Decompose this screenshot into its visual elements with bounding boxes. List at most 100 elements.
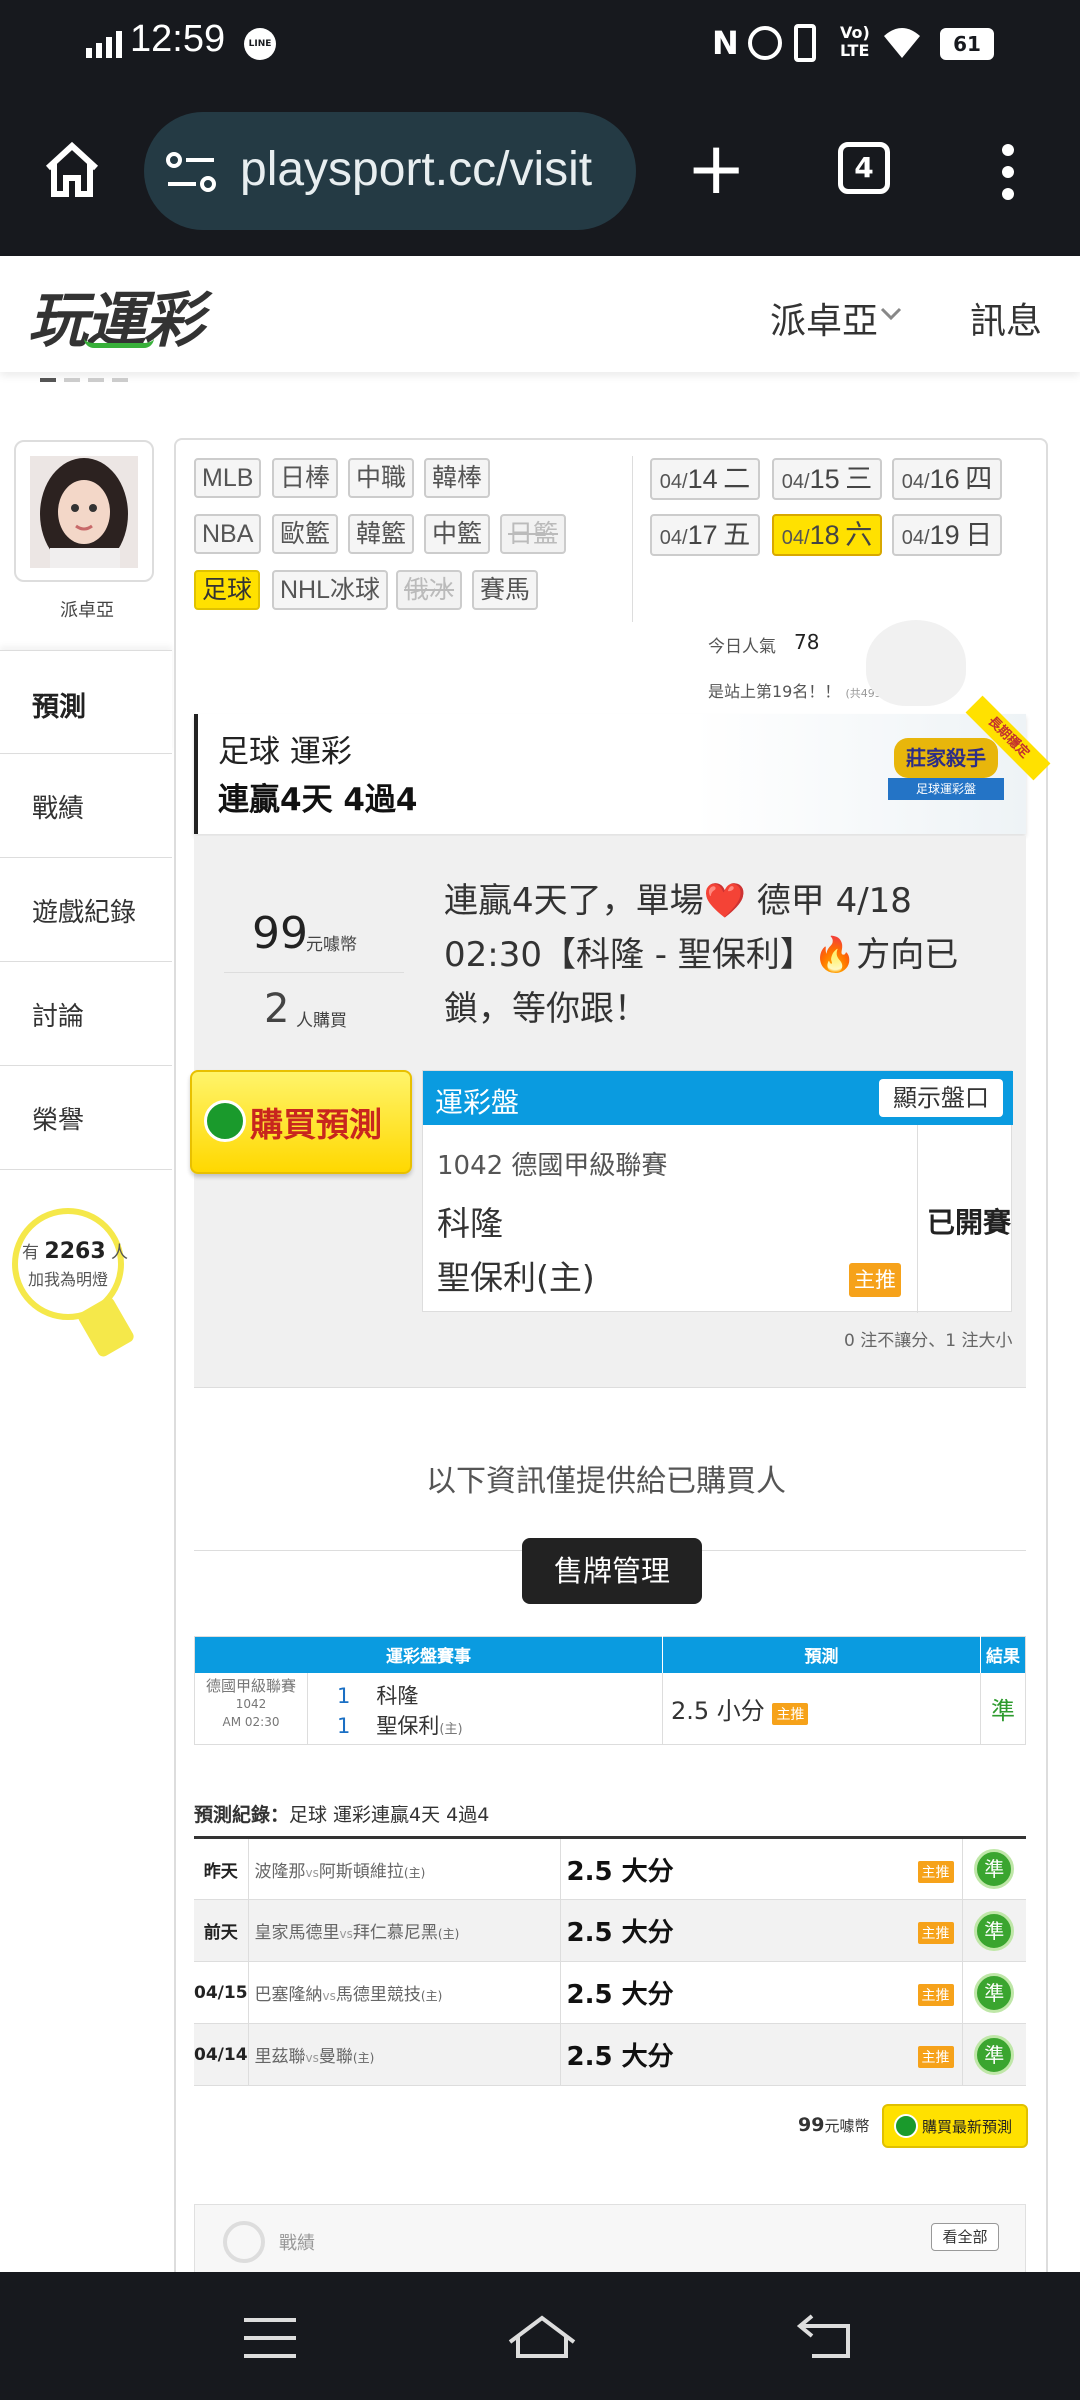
record-title: 戰績 [279,2233,315,2254]
league-chip-nhl[interactable]: NHL冰球 [272,570,389,610]
league-chip-korea-basketball[interactable]: 韓籃 [348,514,415,554]
profile-name: 派卓亞 [60,600,114,621]
league-chip-cpbl[interactable]: 中職 [348,458,415,498]
new-tab-icon[interactable]: + [686,132,746,204]
buy-prediction-button[interactable]: 購買預測 [190,1070,412,1174]
league-chip-euro-basketball[interactable]: 歐籃 [272,514,339,554]
pick-value: 2.5 小分 [671,1696,765,1725]
fans-text: 有 2263 人 [22,1239,129,1264]
badge-sub: 足球運彩盤 [888,778,1004,800]
win-badge: 準 [974,1972,1015,2013]
league-chip-khl: 俄冰 [396,570,463,610]
recent-apps-button[interactable] [244,2316,296,2364]
back-button[interactable] [796,2312,852,2366]
sidebar-item-label: 戰績 [32,793,85,823]
buy-prediction-label: 購買預測 [250,1105,382,1144]
date-chip-0416[interactable]: 04/16 四 [892,458,1002,500]
league-chip-nba[interactable]: NBA [194,514,262,554]
col-header-match: 運彩盤賽事 [194,1636,663,1673]
profile-card[interactable] [14,440,154,582]
league-chip-kbo[interactable]: 韓棒 [424,458,491,498]
buy-latest-button[interactable]: 購買最新預測 [882,2104,1028,2148]
mascot-watermark [866,620,966,706]
history-title: 預測紀錄：足球 運彩連贏4天 4過4 [194,1804,490,1826]
browser-toolbar: playsport.cc/visit + 4 [0,88,1080,256]
home-icon[interactable] [42,140,102,204]
league-chip-soccer[interactable]: 足球 [194,570,261,610]
pick-tag: 主推 [772,1702,809,1725]
sidebar-item-discussion[interactable]: 討論 [0,962,172,1066]
table-row: 德國甲級聯賽 1042 AM 02:30 1 科隆 1 聖保利(主) 2.5 小分 … [194,1672,1026,1745]
battery-icon: 61 [940,28,994,60]
logo-swoosh [84,338,154,348]
league-chip-mlb[interactable]: MLB [194,458,262,498]
date-chip-0414[interactable]: 04/14 二 [650,458,760,500]
home-button[interactable] [506,2312,578,2364]
line-app-icon: LINE [244,28,276,60]
target-icon [223,2221,265,2263]
system-nav-bar [0,2272,1080,2400]
prediction-banner: 足球 運彩 連贏4天 4過4 莊家殺手 足球運彩盤 長期穩定 [194,695,1051,834]
site-settings-icon[interactable] [166,148,218,208]
menu-dots-icon[interactable] [998,144,1018,204]
fans-note: 加我為明燈 [28,1270,109,1289]
popularity-value: 78 [794,630,820,654]
main-panel: MLB 日棒 中職 韓棒 NBA 歐籃 韓籃 中籃 日籃 足球 NHL冰球 俄冰… [174,438,1051,2400]
price-divider [224,972,404,973]
col-header-pick: 預測 [662,1636,981,1673]
league-chip-npb[interactable]: 日棒 [272,458,339,498]
sidebar-item-predict[interactable]: 預測 [0,650,172,754]
show-odds-button[interactable]: 顯示盤口 [879,1079,1003,1117]
date-chip-0417[interactable]: 04/17 五 [650,514,760,556]
sidebar-item-label: 討論 [32,1001,85,1031]
messages-link[interactable]: 訊息 [970,292,1042,344]
wifi-icon [882,22,922,66]
date-chip-0415[interactable]: 04/15 三 [772,458,882,500]
col-header-result: 結果 [986,1647,1020,1668]
avatar[interactable] [30,456,138,568]
league-chip-china-basketball[interactable]: 中籃 [424,514,491,554]
odds-panel-title: 運彩盤 [435,1086,520,1119]
tab-switcher-button[interactable]: 4 [838,142,890,194]
url-bar[interactable]: playsport.cc/visit [144,112,636,230]
table-row: 04/15 巴塞隆納vs馬德里競技(主) 2.5 大分 主推 準 [194,1961,1026,2024]
sidebar-item-honor[interactable]: 榮譽 [0,1066,172,1170]
buy-latest-label: 購買最新預測 [922,2118,1013,2136]
sidebar-item-label: 遊戲紀錄 [32,897,137,927]
sidebar-item-game-history[interactable]: 遊戲紀錄 [0,858,172,962]
coin-icon [204,1100,246,1142]
view-all-button[interactable]: 看全部 [931,2223,999,2251]
alarm-icon [748,26,782,60]
badge-title: 莊家殺手 [894,738,998,778]
price-unit: 元噱幣 [306,935,357,955]
user-menu[interactable]: 派卓亞 [770,292,878,344]
buyers-count: 2 [264,986,290,1032]
site-header: 玩運彩 派卓亞 訊息 [0,256,1080,372]
date-chip-0419[interactable]: 04/19 日 [892,514,1002,556]
win-badge: 準 [974,1910,1015,1951]
sidebar-item-record[interactable]: 戰績 [0,754,172,858]
url-text: playsport.cc/visit [240,143,593,196]
chevron-down-icon[interactable] [880,306,902,325]
status-divider [917,1125,918,1313]
status-bar: 12:59 LINE N Vo) LTE 61 [0,0,1080,88]
table-row: 04/14 里茲聯vs曼聯(主) 2.5 大分 主推 準 [194,2023,1026,2086]
win-badge: 準 [974,1849,1015,1889]
date-chip-0418[interactable]: 04/18 六 [772,514,882,556]
volte-icon: Vo) LTE [840,23,870,60]
filter-divider [632,456,633,622]
sale-management-button[interactable]: 售牌管理 [522,1538,702,1604]
league-chip-horse-racing[interactable]: 賽馬 [472,570,539,610]
fans-count: 2263 [44,1239,106,1264]
popularity-label: 今日人氣 [708,637,776,657]
league-chip-japan-basketball: 日籃 [500,514,567,554]
odds-panel-header: 運彩盤 顯示盤口 [423,1071,1013,1125]
odds-panel: 運彩盤 顯示盤口 1042 德國甲級聯賽 科隆 聖保利(主) 主推 已開賽 [422,1070,1013,1313]
league-filter: MLB 日棒 中職 韓棒 NBA 歐籃 韓籃 中籃 日籃 足球 NHL冰球 俄冰… [176,440,632,626]
match-line: 1042 德國甲級聯賽 [437,1151,668,1181]
sidebar-item-label: 預測 [32,692,86,722]
main-pick-tag: 主推 [849,1263,901,1297]
banner-title: 足球 運彩 [218,734,352,770]
status-time: 12:59 [130,18,226,60]
buyers-unit: 人購買 [296,1011,347,1031]
